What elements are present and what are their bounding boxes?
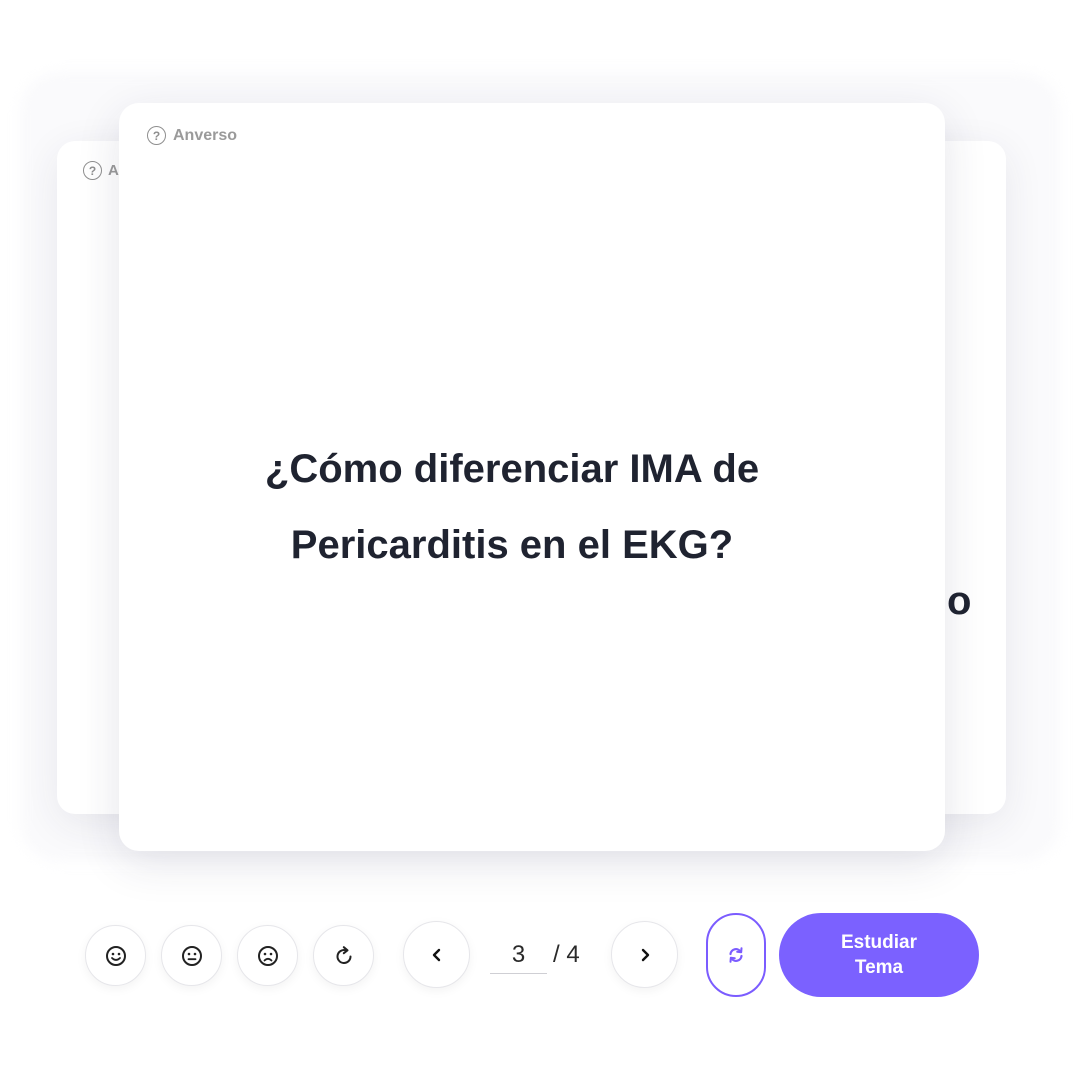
flashcard-front[interactable]: ? Anverso ¿Cómo diferenciar IMA de Peric…	[119, 103, 945, 851]
card-side-label-text: A	[108, 162, 119, 179]
flashcard-question: ¿Cómo diferenciar IMA de Pericarditis en…	[264, 447, 760, 567]
sync-button[interactable]	[706, 913, 766, 997]
card-side-label: ? Anverso	[147, 126, 237, 145]
card-side-label: ? A	[83, 161, 119, 180]
study-topic-button-label: Estudiar Tema	[840, 932, 918, 978]
neutral-face-icon	[181, 945, 202, 966]
chevron-right-icon	[641, 948, 649, 961]
card-peek-text: o	[947, 579, 972, 623]
restart-icon	[336, 945, 352, 964]
rate-medium-button[interactable]	[161, 925, 222, 986]
card-side-label-text: Anverso	[173, 126, 238, 144]
previous-card-button[interactable]	[403, 921, 470, 988]
study-topic-button[interactable]: Estudiar Tema	[779, 913, 979, 997]
page-indicator: / 4	[490, 935, 600, 975]
rate-easy-button[interactable]	[85, 925, 146, 986]
flashcard-stage: ? A o ? Anverso ¿Cómo diferenciar IMA de…	[0, 0, 1080, 1080]
rate-hard-button[interactable]	[237, 925, 298, 986]
next-card-button[interactable]	[611, 921, 678, 988]
page-total: / 4	[553, 941, 580, 968]
sad-face-icon	[257, 945, 278, 966]
chevron-left-icon	[432, 948, 440, 961]
smile-face-icon	[105, 945, 126, 966]
current-page-input[interactable]	[490, 936, 547, 974]
question-circle-icon: ?	[147, 126, 166, 145]
sync-icon	[729, 947, 743, 963]
question-circle-icon: ?	[83, 161, 102, 180]
restart-button[interactable]	[313, 925, 374, 986]
